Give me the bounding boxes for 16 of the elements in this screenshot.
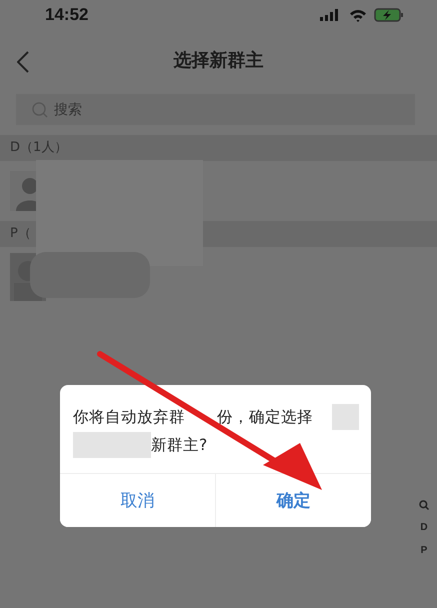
battery-icon bbox=[374, 8, 404, 22]
status-time: 14:52 bbox=[45, 5, 88, 25]
dialog-message: 新群主? bbox=[151, 435, 208, 456]
dialog-message: 你将自动放弃群 bbox=[73, 407, 185, 428]
section-header: D（1人） bbox=[0, 135, 437, 161]
index-letter[interactable]: D bbox=[420, 522, 428, 533]
confirm-button[interactable]: 确定 bbox=[215, 474, 371, 527]
page-title: 选择新群主 bbox=[174, 49, 264, 72]
search-icon[interactable] bbox=[419, 500, 429, 510]
back-icon[interactable] bbox=[17, 51, 29, 73]
blurred-area bbox=[332, 404, 359, 430]
wifi-icon bbox=[349, 8, 367, 22]
search-icon bbox=[32, 102, 48, 118]
dialog-message: 份，确定选择 bbox=[217, 407, 313, 428]
search-field[interactable]: 搜索 bbox=[16, 94, 415, 125]
index-letter[interactable]: P bbox=[420, 545, 428, 556]
